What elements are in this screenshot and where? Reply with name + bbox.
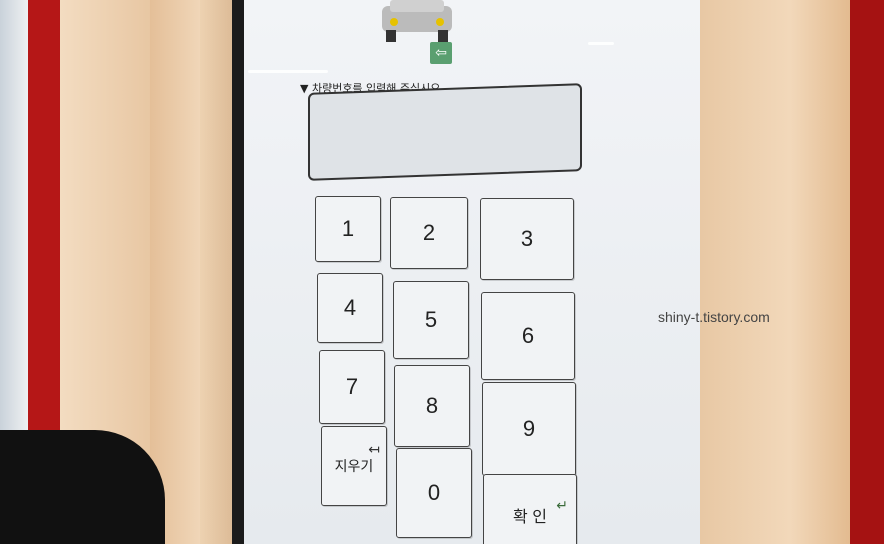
backspace-arrow-icon: ↤: [368, 441, 380, 457]
screen-edge: [232, 0, 244, 544]
foreground-object: [0, 430, 165, 544]
key-6[interactable]: 6: [481, 292, 575, 380]
watermark-text: shiny-t.tistory.com: [658, 309, 770, 325]
kiosk-screen: ⇦ ▼ 차량번호를 입력해 주십시오 1 2 3 4 5 6 7 8 9 지우기…: [244, 0, 700, 544]
kiosk-frame-right: [700, 0, 850, 544]
key-5[interactable]: 5: [393, 281, 469, 359]
key-4[interactable]: 4: [317, 273, 383, 343]
key-1[interactable]: 1: [315, 196, 381, 262]
car-icon: [382, 0, 452, 42]
kiosk-frame-left-inner: [150, 0, 200, 544]
enter-arrow-icon: ↵: [556, 497, 568, 513]
key-2[interactable]: 2: [390, 197, 468, 269]
key-9[interactable]: 9: [482, 382, 576, 476]
confirm-label: 확 인: [513, 509, 547, 526]
exit-sign-icon: ⇦: [430, 42, 452, 64]
key-0[interactable]: 0: [396, 448, 472, 538]
delete-label: 지우기: [334, 458, 374, 474]
glare: [588, 42, 614, 45]
delete-button[interactable]: 지우기 ↤: [321, 426, 387, 506]
kiosk-frame-right-red: [850, 0, 884, 544]
key-3[interactable]: 3: [480, 198, 574, 280]
key-8[interactable]: 8: [394, 365, 470, 447]
plate-number-input[interactable]: [308, 83, 582, 181]
confirm-button[interactable]: 확 인 ↵: [483, 474, 577, 544]
glare: [248, 70, 328, 73]
key-7[interactable]: 7: [319, 350, 385, 424]
